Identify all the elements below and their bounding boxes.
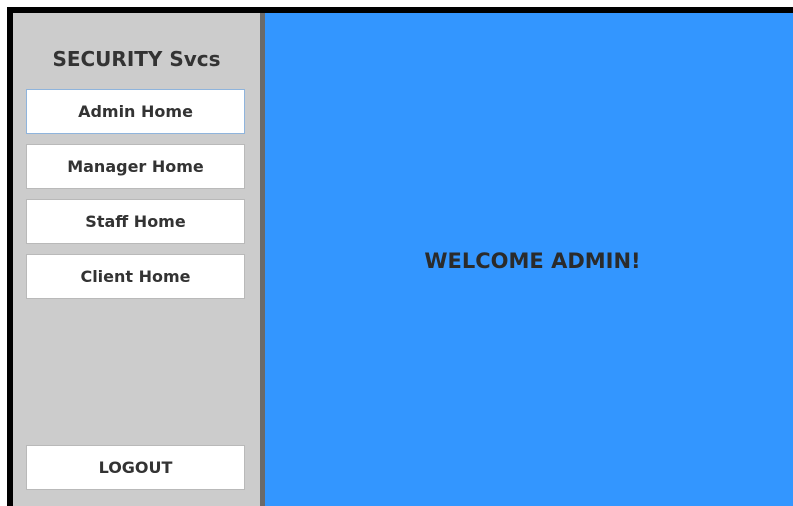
welcome-message: WELCOME ADMIN! xyxy=(424,249,641,273)
admin-home-button[interactable]: Admin Home xyxy=(26,89,245,134)
sidebar: SECURITY Svcs Admin Home Manager Home St… xyxy=(13,13,260,506)
client-home-button[interactable]: Client Home xyxy=(26,254,245,299)
manager-home-button[interactable]: Manager Home xyxy=(26,144,245,189)
main-panel: WELCOME ADMIN! xyxy=(265,13,793,506)
logout-button[interactable]: LOGOUT xyxy=(26,445,245,490)
app-title: SECURITY Svcs xyxy=(52,47,221,71)
staff-home-button[interactable]: Staff Home xyxy=(26,199,245,244)
